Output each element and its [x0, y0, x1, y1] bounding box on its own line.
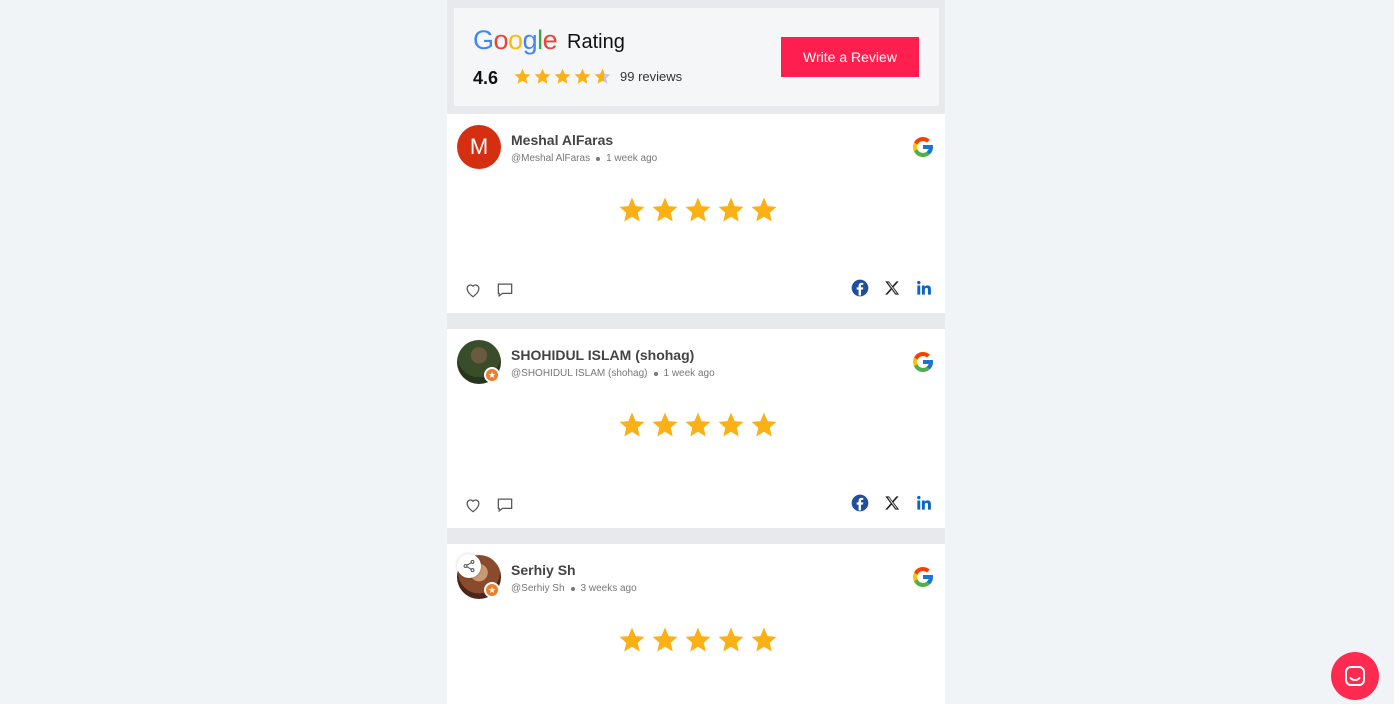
star-icon — [514, 68, 531, 84]
local-guide-badge: ★ — [484, 367, 500, 383]
reviewer-name[interactable]: Serhiy Sh — [511, 562, 576, 578]
x-icon[interactable] — [882, 493, 902, 513]
star-icon — [534, 68, 551, 84]
star-icon — [652, 197, 678, 222]
star-icon — [619, 412, 645, 437]
review-stars — [617, 410, 779, 440]
review-actions — [463, 495, 515, 515]
linkedin-icon[interactable] — [914, 278, 934, 298]
rating-title: Rating — [567, 31, 625, 53]
header-stars — [513, 67, 612, 86]
comment-icon[interactable] — [495, 495, 515, 515]
google-icon[interactable] — [911, 350, 935, 374]
star-icon — [751, 627, 777, 652]
x-icon[interactable] — [882, 278, 902, 298]
star-icon — [718, 197, 744, 222]
facebook-icon[interactable] — [850, 278, 870, 298]
rating-header: Google Rating 4.6 99 reviews Write a Rev… — [454, 8, 939, 106]
comment-icon[interactable] — [495, 280, 515, 300]
google-icon[interactable] — [911, 565, 935, 589]
separator-dot — [653, 371, 658, 376]
review-card: M Meshal AlFaras @Meshal AlFaras 1 week … — [447, 114, 945, 313]
logo-letter: o — [508, 25, 523, 55]
star-icon — [685, 412, 711, 437]
half-star-icon — [594, 68, 611, 84]
review-actions — [463, 280, 515, 300]
star-icon — [619, 627, 645, 652]
review-stars — [617, 625, 779, 655]
facebook-icon[interactable] — [850, 493, 870, 513]
star-icon — [652, 627, 678, 652]
star-icon — [751, 412, 777, 437]
logo-letter: G — [473, 25, 494, 55]
star-icon — [751, 197, 777, 222]
star-icon — [685, 627, 711, 652]
logo-letter: e — [542, 25, 558, 55]
reviews-widget: Google Rating 4.6 99 reviews Write a Rev… — [447, 0, 945, 704]
star-icon — [574, 68, 591, 84]
logo-letter: o — [493, 25, 509, 55]
review-stars — [617, 195, 779, 225]
share-links — [850, 493, 934, 513]
reviews-count: 99 reviews — [620, 69, 683, 84]
review-time: 3 weeks ago — [580, 583, 637, 594]
review-meta: @Serhiy Sh 3 weeks ago — [511, 583, 637, 594]
avatar: M — [457, 125, 501, 169]
heart-icon[interactable] — [463, 495, 483, 515]
review-card: ★ SHOHIDUL ISLAM (shohag) @SHOHIDUL ISLA… — [447, 329, 945, 528]
share-button[interactable] — [457, 554, 481, 578]
chat-launcher-button[interactable] — [1331, 652, 1379, 700]
star-icon — [554, 68, 571, 84]
star-icon — [652, 412, 678, 437]
reviewer-handle: @Serhiy Sh — [511, 583, 565, 594]
chat-icon — [1345, 666, 1365, 686]
star-icon — [718, 627, 744, 652]
review-meta: @Meshal AlFaras 1 week ago — [511, 153, 657, 164]
star-icon — [718, 412, 744, 437]
write-review-button[interactable]: Write a Review — [781, 37, 919, 77]
logo-letter: g — [522, 25, 538, 55]
review-time: 1 week ago — [606, 153, 658, 164]
google-logo: Google — [473, 25, 558, 55]
share-icon — [463, 559, 475, 573]
separator-dot — [570, 586, 575, 591]
reviewer-name[interactable]: Meshal AlFaras — [511, 132, 613, 148]
reviewer-name[interactable]: SHOHIDUL ISLAM (shohag) — [511, 347, 694, 363]
google-icon[interactable] — [911, 135, 935, 159]
share-links — [850, 278, 934, 298]
star-icon — [619, 197, 645, 222]
heart-icon[interactable] — [463, 280, 483, 300]
review-meta: @SHOHIDUL ISLAM (shohag) 1 week ago — [511, 368, 715, 379]
local-guide-badge: ★ — [484, 582, 500, 598]
star-icon — [685, 197, 711, 222]
average-rating: 4.6 — [473, 68, 499, 88]
reviewer-handle: @Meshal AlFaras — [511, 153, 591, 164]
review-time: 1 week ago — [663, 368, 715, 379]
linkedin-icon[interactable] — [914, 493, 934, 513]
reviewer-handle: @SHOHIDUL ISLAM (shohag) — [511, 368, 648, 379]
review-card: ★ Serhiy Sh @Serhiy Sh 3 weeks ago — [447, 544, 945, 704]
separator-dot — [596, 156, 601, 161]
